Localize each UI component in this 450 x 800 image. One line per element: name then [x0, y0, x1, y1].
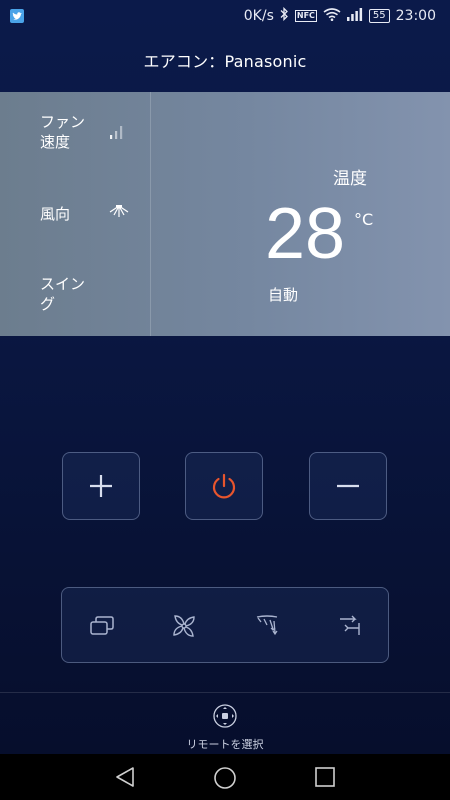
home-circle-icon: [214, 767, 236, 789]
clock: 23:00: [395, 8, 436, 24]
select-remote-button[interactable]: [212, 703, 238, 733]
options-column: ファン 速度 風向 スイン グ: [0, 92, 151, 336]
mode-window-button[interactable]: [82, 606, 122, 646]
wind-direction-option[interactable]: 風向: [40, 204, 70, 224]
wind-direction-icon: [108, 204, 130, 224]
temperature-up-button[interactable]: [62, 452, 140, 520]
power-button[interactable]: [185, 452, 263, 520]
power-icon: [212, 473, 236, 499]
nfc-icon: NFC: [294, 10, 317, 22]
temperature-unit: °C: [354, 210, 374, 229]
wind-direction-icon: [340, 615, 360, 635]
battery-icon: 55: [368, 9, 390, 23]
status-bar: 0K/s NFC 55 23:00: [0, 0, 450, 32]
plus-icon: [90, 475, 112, 497]
remote-icon: [213, 704, 237, 728]
page-title: エアコン：Panasonic: [143, 52, 307, 71]
recents-square-icon: [315, 767, 335, 787]
back-triangle-icon: [116, 767, 134, 787]
mode-label: 自動: [268, 286, 299, 304]
minus-icon: [337, 484, 359, 488]
fan-button[interactable]: [164, 606, 204, 646]
temperature-label: 温度: [333, 169, 367, 189]
swing-icon: [256, 615, 278, 636]
swing-option[interactable]: スイン グ: [40, 274, 85, 314]
fan-speed-bars-icon: [108, 124, 126, 143]
signal-icon: [346, 7, 363, 25]
temperature-value: 28: [265, 194, 346, 274]
wifi-icon: [323, 7, 341, 25]
twitter-notification-icon: [10, 9, 24, 23]
system-nav-bar: [0, 754, 450, 800]
recents-button[interactable]: [313, 765, 337, 793]
fan-icon: [173, 615, 195, 637]
window-icon: [90, 616, 114, 635]
ac-status-panel: ファン 速度 風向 スイン グ 温度 28 °C 自動: [0, 92, 450, 336]
home-button[interactable]: [212, 765, 238, 795]
wind-direction-button[interactable]: [330, 606, 370, 646]
swing-button[interactable]: [247, 606, 287, 646]
footer-divider: [0, 692, 450, 693]
fan-speed-option[interactable]: ファン 速度: [40, 112, 85, 152]
back-button[interactable]: [113, 765, 137, 793]
bluetooth-icon: [280, 6, 289, 25]
network-speed: 0K/s: [243, 8, 274, 24]
function-toolbar: [61, 587, 389, 663]
select-remote-label[interactable]: リモートを選択: [0, 736, 450, 752]
temperature-down-button[interactable]: [309, 452, 387, 520]
